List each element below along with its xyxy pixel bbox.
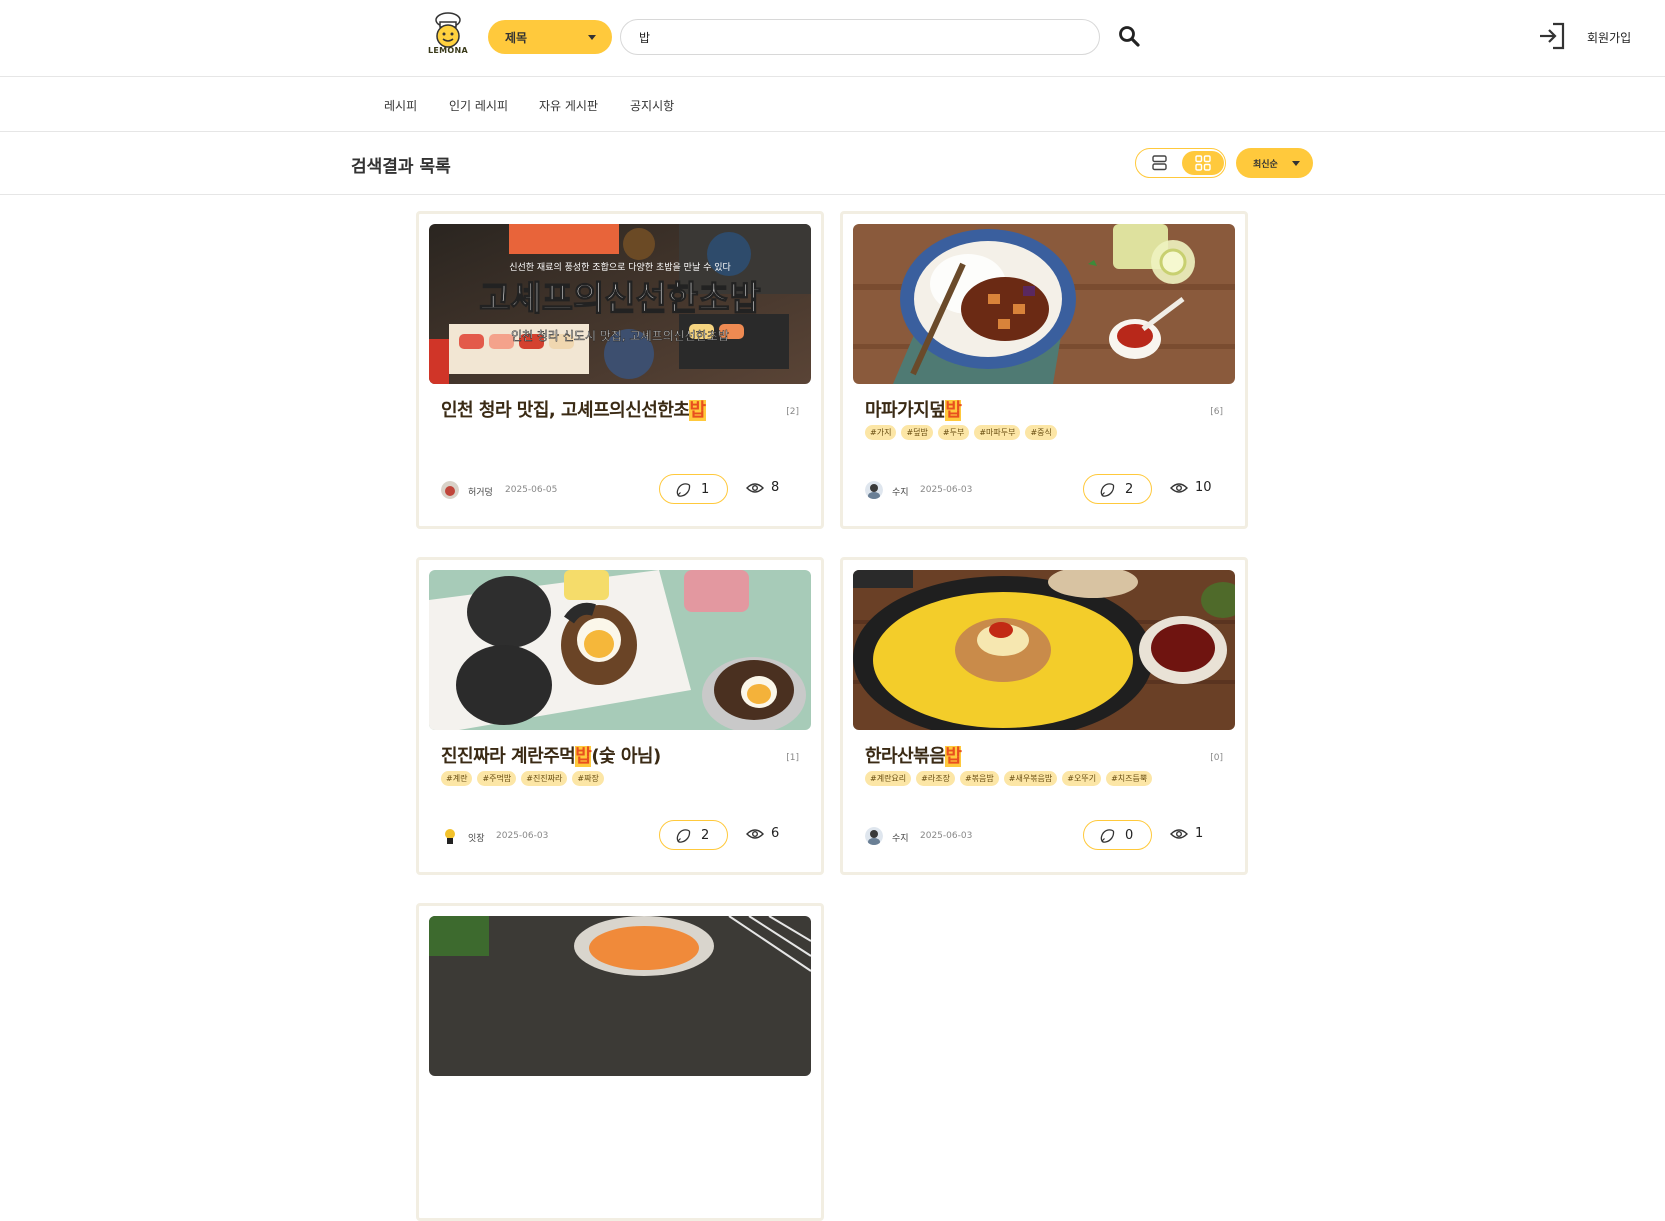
- avatar: [865, 827, 883, 845]
- recipe-image: [853, 224, 1235, 384]
- search-icon[interactable]: [1117, 24, 1143, 50]
- page-title: 검색결과 목록: [351, 157, 451, 177]
- view-count: 8: [771, 480, 780, 495]
- avatar: [441, 827, 459, 845]
- search-highlight: 밥: [689, 400, 706, 421]
- post-date: 2025-06-03: [496, 831, 549, 841]
- tag[interactable]: #계란요리: [865, 771, 912, 786]
- lemon-icon: [675, 828, 691, 844]
- chevron-down-icon: [588, 35, 596, 40]
- tag[interactable]: #치즈듬뿍: [1106, 771, 1153, 786]
- search-category-label: 제목: [505, 31, 528, 45]
- tag[interactable]: #볶음밥: [959, 771, 999, 786]
- login-icon[interactable]: [1538, 21, 1566, 51]
- lemon-icon: [675, 482, 691, 498]
- tag[interactable]: #진진짜라: [521, 771, 568, 786]
- like-button[interactable]: 2: [659, 820, 728, 850]
- results-header: 검색결과 목록 최신순: [0, 132, 1665, 195]
- view-count: 1: [1195, 826, 1204, 841]
- grid-view-button[interactable]: [1182, 151, 1224, 175]
- recipe-title: 마파가지덮밥: [865, 400, 962, 421]
- tag[interactable]: #오뚜기: [1062, 771, 1102, 786]
- recipe-card[interactable]: 진진짜라 계란주먹밥(숯 아님) [1] #계란 #주먹밥 #진진짜라 #짜장 …: [416, 557, 824, 875]
- eye-icon: [746, 828, 764, 840]
- author-name: 수지: [892, 834, 909, 844]
- search-highlight: 밥: [575, 746, 592, 767]
- like-count: 2: [701, 828, 710, 843]
- recipe-title: 진진짜라 계란주먹밥(숯 아님): [441, 746, 661, 767]
- header: LEMONA 제목 회원가입: [0, 0, 1665, 77]
- comment-count: [0]: [1210, 753, 1223, 763]
- image-caption-top: 신선한 재료의 풍성한 조합으로 다양한 초밥을 만날 수 있다: [509, 261, 731, 273]
- list-view-button[interactable]: [1138, 151, 1180, 175]
- like-count: 1: [701, 482, 710, 497]
- like-button[interactable]: 1: [659, 474, 728, 504]
- tag[interactable]: #주먹밥: [477, 771, 517, 786]
- lemon-icon: [1099, 482, 1115, 498]
- eye-icon: [1170, 482, 1188, 494]
- nav-item-notices[interactable]: 공지시항: [630, 97, 674, 114]
- search-input[interactable]: [620, 19, 1100, 55]
- grid-view-icon: [1195, 155, 1211, 171]
- tag[interactable]: #계란: [441, 771, 473, 786]
- author-name: 수지: [892, 488, 909, 498]
- nav-item-popular-recipes[interactable]: 인기 레시피: [449, 97, 508, 114]
- view-count: 6: [771, 826, 780, 841]
- avatar: [865, 481, 883, 499]
- tag-list: #계란요리 #라조장 #볶음밥 #새우볶음밥 #오뚜기 #치즈듬뿍: [865, 771, 1153, 786]
- recipe-card[interactable]: 신선한 재료의 풍성한 조합으로 다양한 초밥을 만날 수 있다 고셰프의신선한…: [416, 211, 824, 529]
- logo-text: LEMONA: [427, 46, 468, 55]
- post-date: 2025-06-03: [920, 485, 973, 495]
- recipe-card[interactable]: 마파가지덮밥 [6] #가지 #덮밥 #두부 #마파두부 #중식 수지 2025…: [840, 211, 1248, 529]
- recipe-image: [853, 570, 1235, 730]
- comment-count: [1]: [786, 753, 799, 763]
- comment-count: [6]: [1210, 407, 1223, 417]
- recipe-card[interactable]: [416, 903, 824, 1221]
- eye-icon: [1170, 828, 1188, 840]
- recipe-title: 한라산볶음밥: [865, 746, 962, 767]
- sort-label: 최신순: [1253, 160, 1278, 170]
- lemon-icon: [1099, 828, 1115, 844]
- author-name: 허거덩: [468, 488, 493, 498]
- like-count: 0: [1125, 828, 1134, 843]
- recipe-card[interactable]: 한라산볶음밥 [0] #계란요리 #라조장 #볶음밥 #새우볶음밥 #오뚜기 #…: [840, 557, 1248, 875]
- chevron-down-icon: [1292, 161, 1300, 166]
- search-highlight: 밥: [945, 746, 962, 767]
- recipe-image: [429, 570, 811, 730]
- post-date: 2025-06-05: [505, 485, 558, 495]
- tag[interactable]: #마파두부: [974, 425, 1021, 440]
- view-toggle: [1135, 148, 1226, 178]
- eye-icon: [746, 482, 764, 494]
- comment-count: [2]: [786, 407, 799, 417]
- like-button[interactable]: 2: [1083, 474, 1152, 504]
- tag[interactable]: #가지: [865, 425, 897, 440]
- image-caption-main: 고셰프의신선한초밥: [479, 279, 761, 319]
- search-highlight: 밥: [945, 400, 962, 421]
- avatar: [441, 481, 459, 499]
- signup-link[interactable]: 회원가입: [1587, 29, 1631, 46]
- nav-item-free-board[interactable]: 자유 게시판: [539, 97, 598, 114]
- like-button[interactable]: 0: [1083, 820, 1152, 850]
- post-date: 2025-06-03: [920, 831, 973, 841]
- author-name: 잇장: [468, 834, 485, 844]
- tag[interactable]: #짜장: [572, 771, 604, 786]
- main-nav: 레시피 인기 레시피 자유 게시판 공지시항: [0, 77, 1665, 132]
- tag[interactable]: #덮밥: [901, 425, 933, 440]
- recipe-image: [429, 916, 811, 1076]
- recipe-image: 신선한 재료의 풍성한 조합으로 다양한 초밥을 만날 수 있다 고셰프의신선한…: [429, 224, 811, 384]
- sort-select[interactable]: 최신순: [1236, 148, 1313, 178]
- tag[interactable]: #라조장: [916, 771, 955, 786]
- tag[interactable]: #중식: [1025, 425, 1057, 440]
- nav-item-recipes[interactable]: 레시피: [384, 97, 417, 114]
- tag[interactable]: #새우볶음밥: [1003, 771, 1058, 786]
- tag-list: #가지 #덮밥 #두부 #마파두부 #중식: [865, 425, 1057, 440]
- like-count: 2: [1125, 482, 1134, 497]
- view-count: 10: [1195, 480, 1212, 495]
- tag-list: #계란 #주먹밥 #진진짜라 #짜장: [441, 771, 604, 786]
- image-caption-sub: 인천 청라 신도시 맛집, 고셰프의신선한초밥: [511, 328, 729, 343]
- recipe-title: 인천 청라 맛집, 고셰프의신선한초밥: [441, 400, 706, 421]
- search-category-select[interactable]: 제목: [488, 20, 612, 54]
- list-view-icon: [1152, 155, 1167, 171]
- tag[interactable]: #두부: [937, 425, 970, 440]
